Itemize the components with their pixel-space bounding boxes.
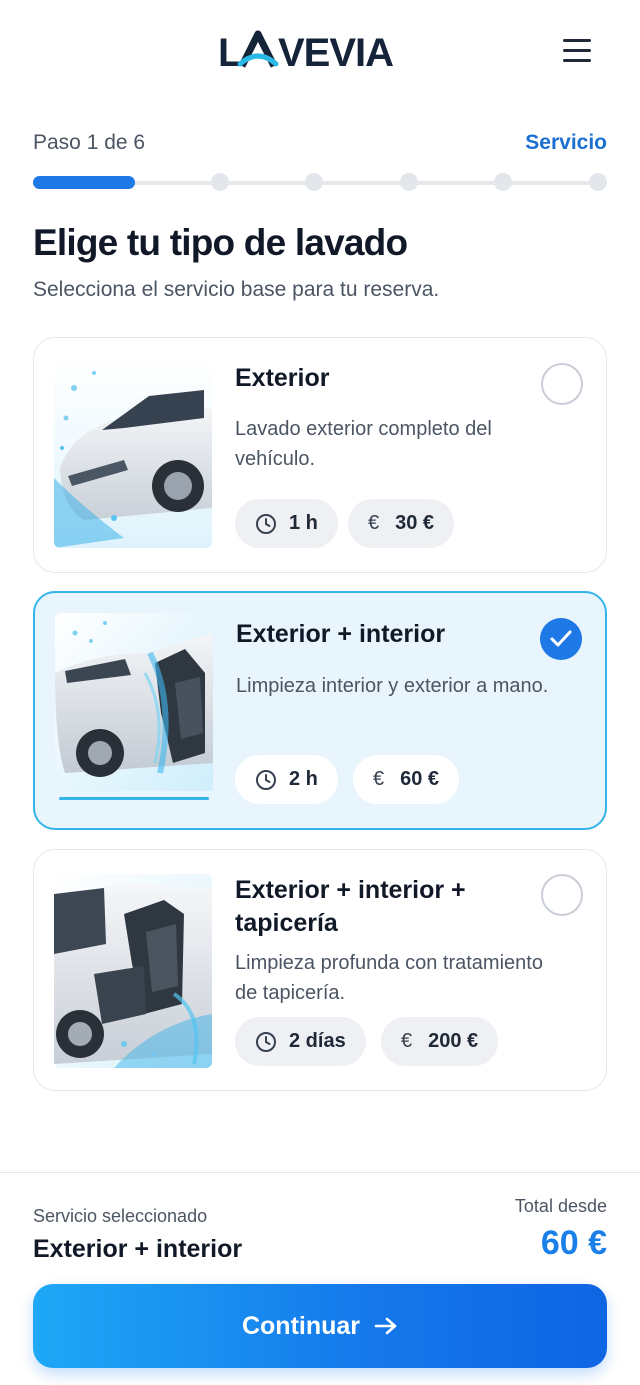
lavevia-logo: L VEVIA — [218, 30, 394, 70]
duration-value: 2 h — [289, 768, 318, 790]
selected-service-label: Servicio seleccionado — [33, 1206, 208, 1226]
car-upholstery-image — [54, 874, 212, 1068]
total-price: 60 € — [540, 1224, 607, 1262]
continue-button[interactable]: Continuar — [33, 1284, 607, 1368]
service-card-upholstery[interactable]: Exterior + interior + tapicería Limpieza… — [33, 849, 607, 1091]
price-badge: € 200 € — [381, 1017, 499, 1066]
progress-step-dot — [400, 173, 418, 191]
check-icon — [550, 630, 572, 647]
car-interior-image — [55, 613, 213, 805]
step-counter: Paso 1 de 6 — [33, 131, 146, 154]
euro-icon: € — [373, 768, 385, 790]
total-label: Total desde — [514, 1196, 607, 1216]
service-radio[interactable] — [541, 363, 583, 405]
progress-fill — [33, 176, 135, 189]
page-subtitle: Selecciona el servicio base para tu rese… — [33, 278, 440, 301]
price-badge: € 60 € — [353, 755, 460, 804]
duration-badge: 2 h — [235, 755, 338, 804]
service-radio-checked[interactable] — [540, 618, 582, 660]
progress-step-dot — [589, 173, 607, 191]
continue-button-label: Continuar — [241, 1311, 361, 1340]
service-card-exterior[interactable]: Exterior Lavado exterior completo del ve… — [33, 337, 607, 573]
service-card-exterior-interior[interactable]: Exterior + interior Limpieza interior y … — [33, 591, 607, 830]
svg-text:VEVIA: VEVIA — [278, 31, 393, 70]
service-description: Limpieza profunda con tratamiento de tap… — [235, 952, 543, 1004]
progress-step-dot — [305, 173, 323, 191]
price-badge: € 30 € — [348, 499, 455, 548]
service-description: Limpieza interior y exterior a mano. — [236, 675, 549, 697]
selected-service-value: Exterior + interior — [33, 1235, 243, 1263]
price-value: 60 € — [400, 768, 440, 790]
service-radio[interactable] — [541, 874, 583, 916]
page-title: Elige tu tipo de lavado — [33, 222, 408, 263]
service-title: Exterior — [235, 364, 330, 392]
car-exterior-image — [54, 358, 212, 548]
clock-icon — [255, 769, 277, 791]
price-value: 200 € — [428, 1030, 479, 1052]
arrow-right-icon — [374, 1316, 398, 1336]
service-title: Exterior + interior + tapicería — [235, 876, 466, 937]
hamburger-menu-icon[interactable] — [560, 36, 594, 66]
duration-value: 2 días — [289, 1030, 346, 1052]
duration-badge: 2 días — [235, 1017, 366, 1066]
clock-icon — [255, 513, 277, 535]
duration-value: 1 h — [289, 512, 318, 534]
service-title: Exterior + interior — [236, 620, 446, 648]
service-description: Lavado exterior completo del vehículo. — [235, 418, 492, 470]
duration-badge: 1 h — [235, 499, 338, 548]
progress-step-dot — [211, 173, 229, 191]
euro-icon: € — [401, 1030, 413, 1052]
step-name: Servicio — [525, 131, 607, 154]
euro-icon: € — [368, 512, 380, 534]
clock-icon — [255, 1031, 277, 1053]
app-header: L VEVIA — [0, 0, 640, 100]
progress-step-dot — [494, 173, 512, 191]
price-value: 30 € — [395, 512, 435, 534]
